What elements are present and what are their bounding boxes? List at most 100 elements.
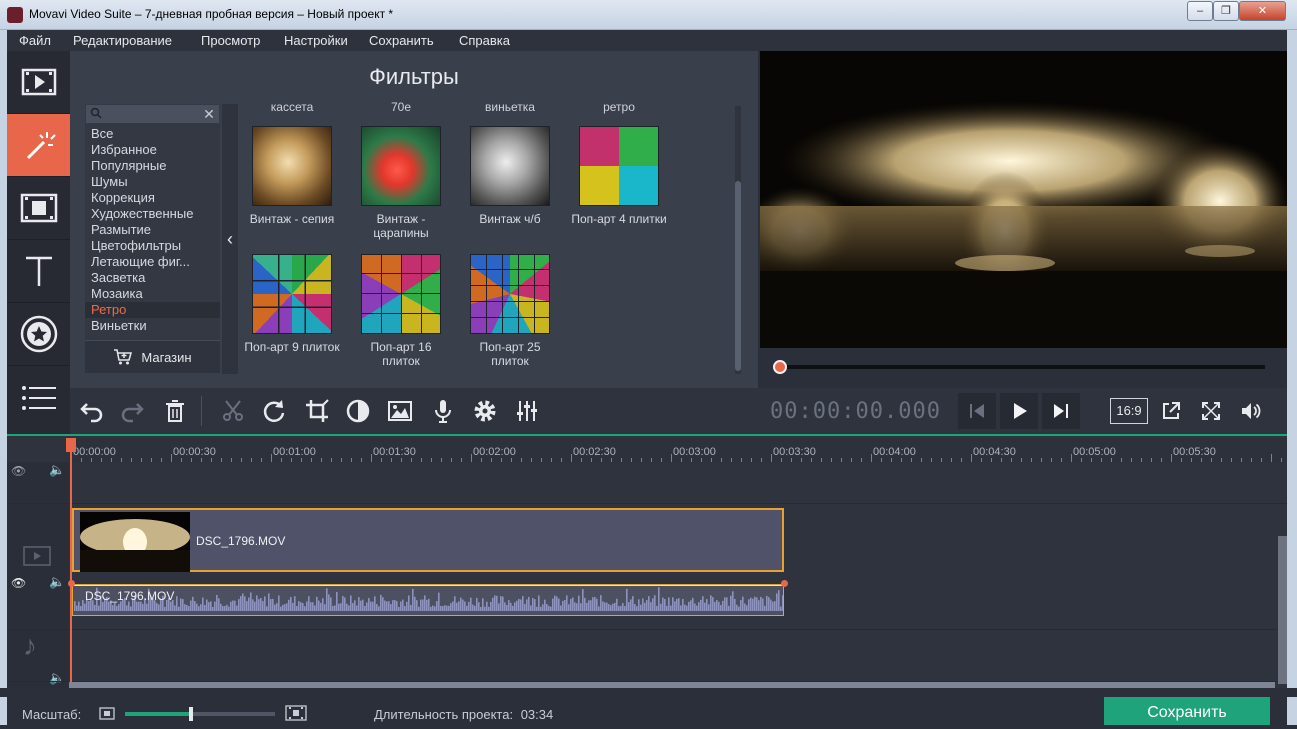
waveform-bar bbox=[692, 597, 694, 611]
titles-button[interactable] bbox=[7, 240, 70, 303]
delete-button[interactable] bbox=[157, 393, 193, 429]
slideshow-button[interactable] bbox=[382, 393, 418, 429]
window-title: Movavi Video Suite – 7-дневная пробная в… bbox=[29, 7, 394, 21]
cut-button[interactable] bbox=[215, 393, 251, 429]
redo-button[interactable] bbox=[114, 393, 150, 429]
filter-tile-popart-4[interactable]: Поп-арт 4 плитки bbox=[569, 126, 669, 226]
timeline-vertical-scrollbar[interactable] bbox=[1278, 536, 1287, 684]
category-correction[interactable]: Коррекция bbox=[85, 190, 220, 206]
volume-button[interactable] bbox=[1232, 393, 1270, 429]
filter-tile-vintage-scratches[interactable]: Винтаж - царапины bbox=[351, 126, 451, 240]
volume-keyframe-end[interactable] bbox=[781, 580, 788, 587]
filter-caption-70s: 70е bbox=[390, 100, 412, 114]
save-button[interactable]: Сохранить bbox=[1104, 697, 1270, 725]
import-media-button[interactable] bbox=[7, 51, 70, 114]
rotate-button[interactable] bbox=[256, 393, 292, 429]
clip-settings-button[interactable] bbox=[467, 393, 503, 429]
category-popular[interactable]: Популярные bbox=[85, 158, 220, 174]
ruler-tick-mark bbox=[1171, 454, 1172, 462]
play-button[interactable] bbox=[1000, 393, 1038, 429]
status-bar: Масштаб: Длительность проекта: 03:34 Сох… bbox=[7, 697, 1287, 725]
undo-button[interactable] bbox=[74, 393, 110, 429]
category-favorites[interactable]: Избранное bbox=[85, 142, 220, 158]
crop-button[interactable] bbox=[299, 393, 335, 429]
playhead[interactable] bbox=[70, 438, 72, 688]
search-icon bbox=[90, 107, 102, 119]
category-artistic[interactable]: Художественные bbox=[85, 206, 220, 222]
menu-save[interactable]: Сохранить bbox=[369, 33, 434, 48]
zoom-in-icon[interactable] bbox=[285, 705, 307, 721]
aspect-ratio-button[interactable]: 16:9 bbox=[1110, 398, 1148, 424]
maximize-button[interactable]: ❐ bbox=[1213, 1, 1239, 21]
filters-button[interactable] bbox=[7, 114, 70, 177]
menu-settings[interactable]: Настройки bbox=[284, 33, 348, 48]
clear-search-icon[interactable]: ✕ bbox=[200, 105, 218, 123]
record-voice-button[interactable] bbox=[425, 393, 461, 429]
category-light-leaks[interactable]: Засветка bbox=[85, 270, 220, 286]
filter-tile-popart-25[interactable]: Поп-арт 25 плиток bbox=[460, 254, 560, 368]
waveform-bar bbox=[186, 604, 188, 611]
menu-file[interactable]: Файл bbox=[19, 33, 51, 48]
filter-tile-popart-9[interactable]: Поп-арт 9 плиток bbox=[242, 254, 342, 354]
category-flying-objects[interactable]: Летающие фиг... bbox=[85, 254, 220, 270]
waveform-bar bbox=[234, 600, 236, 611]
minimize-button[interactable]: ‒ bbox=[1187, 1, 1213, 21]
waveform-bar bbox=[518, 598, 520, 611]
zoom-out-icon[interactable] bbox=[99, 707, 115, 720]
next-frame-button[interactable] bbox=[1042, 393, 1080, 429]
filter-tile-vintage-bw[interactable]: Винтаж ч/б bbox=[460, 126, 560, 226]
waveform-bar bbox=[470, 597, 472, 611]
more-tools-button[interactable] bbox=[7, 366, 70, 429]
waveform-bar bbox=[526, 599, 528, 611]
sliders-icon bbox=[517, 401, 537, 421]
volume-line[interactable] bbox=[73, 585, 783, 586]
filter-grid-scrollbar[interactable] bbox=[735, 106, 741, 374]
stickers-button[interactable] bbox=[7, 303, 70, 366]
detach-player-button[interactable] bbox=[1152, 393, 1190, 429]
waveform-bar bbox=[334, 605, 336, 611]
waveform-bar bbox=[128, 601, 130, 611]
category-all[interactable]: Все bbox=[85, 126, 220, 142]
waveform-bar bbox=[296, 605, 298, 611]
category-color-filters[interactable]: Цветофильтры bbox=[85, 238, 220, 254]
seek-bar[interactable] bbox=[778, 365, 1265, 369]
time-ruler[interactable]: 00:00:00 00:00:30 00:01:00 00:01:30 00:0… bbox=[69, 438, 1287, 462]
scrollbar-thumb[interactable] bbox=[735, 181, 741, 371]
skip-back-icon bbox=[970, 404, 984, 418]
color-adjust-button[interactable] bbox=[340, 393, 376, 429]
duration-label: Длительность проекта: bbox=[374, 707, 514, 722]
category-mosaic[interactable]: Мозаика bbox=[85, 286, 220, 302]
waveform-bar bbox=[700, 599, 702, 611]
category-vignettes[interactable]: Виньетки bbox=[85, 318, 220, 334]
waveform-bar bbox=[580, 603, 582, 611]
ruler-tick-mark bbox=[171, 454, 172, 462]
contrast-icon bbox=[346, 399, 370, 423]
seek-handle[interactable] bbox=[773, 360, 787, 374]
equalizer-button[interactable] bbox=[509, 393, 545, 429]
menu-help[interactable]: Справка bbox=[459, 33, 510, 48]
gear-icon bbox=[474, 400, 496, 422]
waveform-bar bbox=[340, 603, 342, 611]
video-clip[interactable]: DSC_1796.MOV bbox=[72, 508, 784, 572]
category-retro[interactable]: Ретро bbox=[85, 302, 220, 318]
video-preview[interactable] bbox=[760, 51, 1287, 348]
close-button[interactable]: ✕ bbox=[1239, 1, 1286, 21]
category-blur[interactable]: Размытие bbox=[85, 222, 220, 238]
previous-frame-button[interactable] bbox=[958, 393, 996, 429]
collapse-panel-button[interactable]: ‹ bbox=[222, 104, 238, 374]
store-button[interactable]: Магазин bbox=[85, 340, 220, 373]
category-noise[interactable]: Шумы bbox=[85, 174, 220, 190]
category-search-input[interactable]: ✕ bbox=[85, 104, 220, 124]
filter-tile-vintage-sepia[interactable]: Винтаж - сепия bbox=[242, 126, 342, 226]
filter-tile-popart-16[interactable]: Поп-арт 16 плиток bbox=[351, 254, 451, 368]
audio-clip[interactable]: DSC_1796.MOV bbox=[72, 584, 784, 616]
filter-thumbnail bbox=[470, 126, 550, 206]
menu-edit[interactable]: Редактирование bbox=[73, 33, 172, 48]
filter-caption-cassette: кассета bbox=[270, 100, 314, 114]
fullscreen-button[interactable] bbox=[1192, 393, 1230, 429]
undo-icon bbox=[80, 403, 103, 423]
zoom-slider-handle[interactable] bbox=[189, 707, 193, 721]
menu-view[interactable]: Просмотр bbox=[201, 33, 260, 48]
waveform-bar bbox=[298, 601, 300, 611]
transitions-button[interactable] bbox=[7, 177, 70, 240]
